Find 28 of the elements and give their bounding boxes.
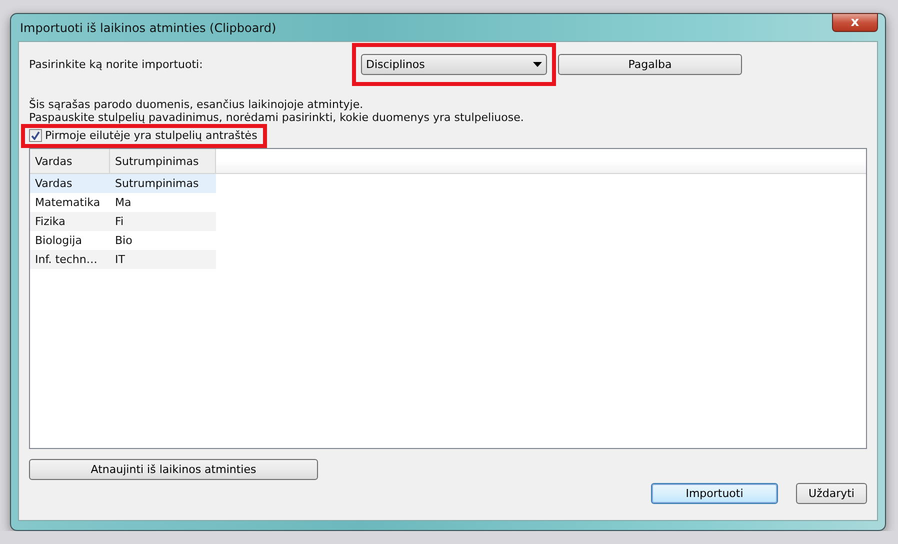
column-header[interactable]: Vardas bbox=[30, 149, 110, 173]
window-title: Importuoti iš laikinos atminties (Clipboard) bbox=[19, 20, 276, 34]
table-cell-text: Fi bbox=[114, 214, 125, 230]
table-cell-text: Bio bbox=[114, 233, 134, 249]
table-cell-text: Fizika bbox=[34, 214, 66, 230]
table-cell-text: Sutrumpinimas bbox=[114, 176, 200, 192]
help-button[interactable]: Pagalba bbox=[558, 54, 742, 75]
table-row[interactable]: Vardas Sutrumpinimas bbox=[30, 174, 216, 193]
table-cell-text: Matematika bbox=[34, 195, 102, 211]
header-checkbox[interactable] bbox=[29, 129, 42, 142]
column-header[interactable]: Sutrumpinimas bbox=[110, 149, 216, 173]
import-label: Pasirinkite ką norite importuoti: bbox=[29, 58, 204, 71]
table-cell-text: Ma bbox=[114, 195, 132, 211]
import-select[interactable]: Disciplinos bbox=[361, 54, 547, 75]
info-text: Šis sąrašas parodo duomenis, esančius laikinojoje atmintyje. bbox=[29, 98, 364, 111]
import-button[interactable]: Importuoti bbox=[651, 483, 778, 504]
table-row[interactable]: Inf. techn… IT bbox=[30, 250, 216, 269]
close-button[interactable]: x bbox=[832, 13, 878, 32]
table-cell-text: IT bbox=[114, 252, 126, 268]
refresh-button[interactable]: Atnaujinti iš laikinos atminties bbox=[29, 459, 318, 480]
info-text: Paspauskite stulpelių pavadinimus, norėdami pasirinkti, kokie duomenys yra stulpeliuose. bbox=[29, 111, 525, 124]
caret-icon bbox=[533, 62, 542, 67]
table-cell-text: Inf. techn… bbox=[34, 252, 98, 268]
close-dialog-button[interactable]: Uždaryti bbox=[796, 483, 867, 504]
table-cell-text: Vardas bbox=[34, 176, 74, 192]
table-row[interactable]: Fizika Fi bbox=[30, 212, 216, 231]
checkbox-label: Pirmoje eilutėje yra stulpelių antraštės bbox=[45, 129, 258, 142]
table-cell-text: Biologija bbox=[34, 233, 83, 249]
